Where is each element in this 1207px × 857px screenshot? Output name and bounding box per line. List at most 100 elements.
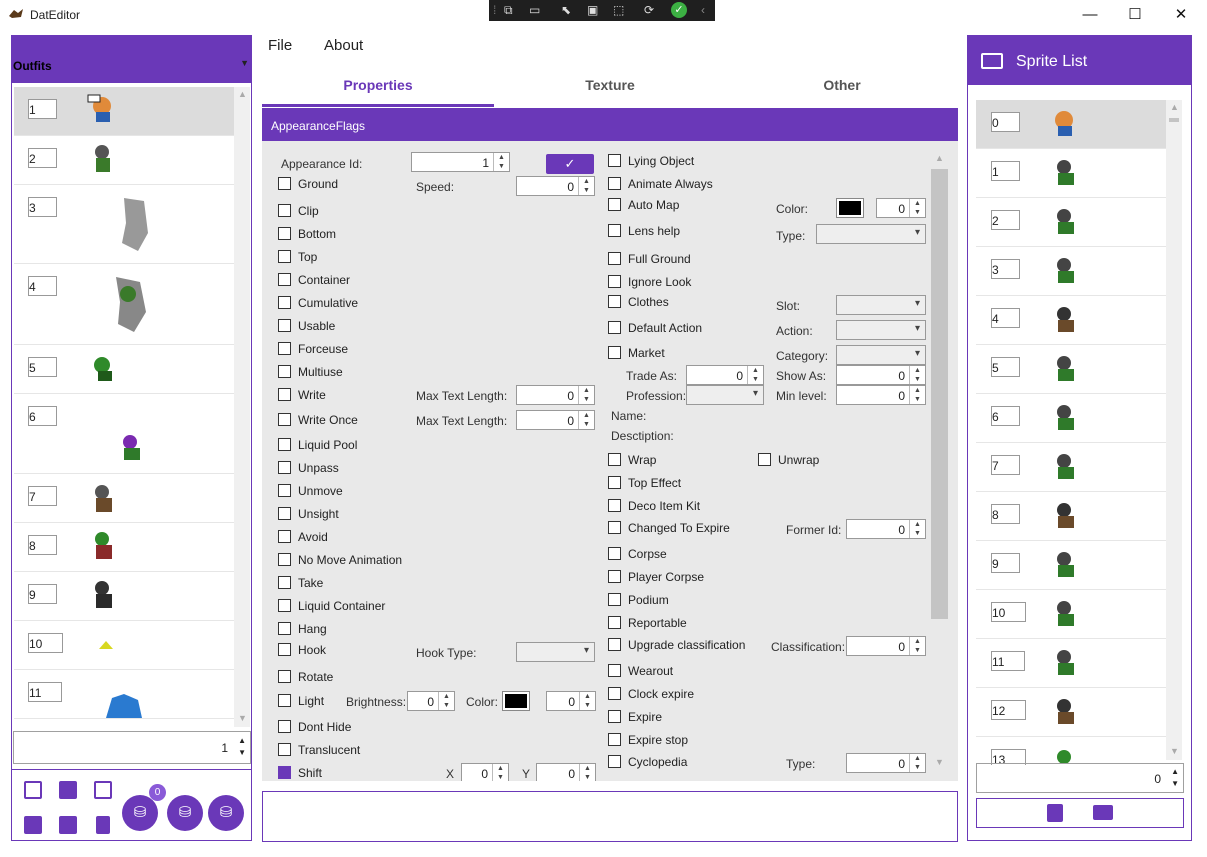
- cursor-icon[interactable]: ⬉: [561, 3, 571, 17]
- flag-translucent[interactable]: Translucent: [278, 743, 360, 757]
- output-box[interactable]: [262, 791, 958, 842]
- close-button[interactable]: ✕: [1158, 0, 1204, 30]
- list-item[interactable]: 3: [976, 247, 1166, 296]
- apply-button[interactable]: ✓: [546, 154, 594, 174]
- hook-type-select[interactable]: [516, 642, 595, 662]
- flag-podium[interactable]: Podium: [608, 593, 669, 607]
- spinner-icon[interactable]: ▲ ▼: [909, 754, 925, 772]
- scroll-up-icon[interactable]: ▲: [935, 153, 944, 163]
- list-item[interactable]: 11: [14, 670, 234, 719]
- pointer-icon[interactable]: ⬚: [613, 3, 624, 17]
- spinner-icon[interactable]: ▲ ▼: [438, 692, 454, 710]
- list-item[interactable]: 8: [14, 523, 234, 572]
- list-item[interactable]: 7: [14, 474, 234, 523]
- list-item[interactable]: 10: [976, 590, 1166, 639]
- light-color-swatch[interactable]: [502, 691, 530, 711]
- category-select[interactable]: [836, 345, 926, 365]
- flag-cyclopedia[interactable]: Cyclopedia: [608, 755, 687, 769]
- spinner-icon[interactable]: ▲ ▼: [578, 386, 594, 404]
- import-sprite-icon[interactable]: [1047, 804, 1063, 822]
- flag-write-once[interactable]: Write Once: [278, 413, 358, 427]
- outfit-id-field[interactable]: 1 ▲ ▼: [13, 731, 251, 764]
- spinner-icon[interactable]: ▲ ▼: [578, 411, 594, 429]
- spinner-icon[interactable]: ▲ ▼: [238, 735, 246, 759]
- flag-unwrap[interactable]: Unwrap: [758, 453, 819, 467]
- min-level-input[interactable]: 0 ▲ ▼: [836, 385, 926, 405]
- flag-lying-object[interactable]: Lying Object: [608, 154, 694, 168]
- list-item[interactable]: 1: [976, 149, 1166, 198]
- collapse-icon[interactable]: ‹: [701, 3, 705, 17]
- scroll-down-icon[interactable]: ▼: [1170, 746, 1179, 756]
- menu-file[interactable]: File: [268, 37, 292, 54]
- flag-shift[interactable]: Shift: [278, 766, 322, 780]
- new-file-icon[interactable]: [59, 816, 77, 834]
- appearance-id-input[interactable]: 1 ▲ ▼: [411, 152, 510, 172]
- former-id-input[interactable]: 0 ▲ ▼: [846, 519, 926, 539]
- menu-about[interactable]: About: [324, 37, 363, 54]
- profession-select[interactable]: [686, 385, 764, 405]
- add-database-button[interactable]: ⛁: [122, 795, 158, 831]
- flag-write[interactable]: Write: [278, 388, 326, 402]
- flag-clock-expire[interactable]: Clock expire: [608, 687, 694, 701]
- spinner-icon[interactable]: ▲ ▼: [909, 386, 925, 404]
- speed-input[interactable]: 0 ▲ ▼: [516, 176, 595, 196]
- flag-expire[interactable]: Expire: [608, 710, 662, 724]
- spinner-icon[interactable]: ▲ ▼: [909, 520, 925, 538]
- flag-no-move-animation[interactable]: No Move Animation: [278, 553, 402, 567]
- flag-changed-to-expire[interactable]: Changed To Expire: [608, 521, 730, 535]
- flag-upgrade-classification[interactable]: Upgrade classification: [608, 638, 745, 652]
- flag-top-effect[interactable]: Top Effect: [608, 476, 681, 490]
- paste-icon[interactable]: [94, 781, 112, 799]
- spinner-icon[interactable]: ▲ ▼: [492, 764, 508, 781]
- shift-y-input[interactable]: 0 ▲ ▼: [536, 763, 596, 781]
- flag-unmove[interactable]: Unmove: [278, 484, 343, 498]
- flag-avoid[interactable]: Avoid: [278, 530, 328, 544]
- scroll-thumb[interactable]: [1169, 118, 1179, 122]
- slot-select[interactable]: [836, 295, 926, 315]
- scroll-up-icon[interactable]: ▲: [238, 89, 247, 99]
- flag-wrap[interactable]: Wrap: [608, 453, 656, 467]
- list-item[interactable]: 6: [14, 394, 234, 474]
- flag-default-action[interactable]: Default Action: [608, 321, 702, 335]
- flag-player-corpse[interactable]: Player Corpse: [608, 570, 704, 584]
- flag-clip[interactable]: Clip: [278, 204, 319, 218]
- spinner-icon[interactable]: ▲ ▼: [909, 637, 925, 655]
- spinner-icon[interactable]: ▲ ▼: [909, 366, 925, 384]
- list-item[interactable]: 7: [976, 443, 1166, 492]
- import-database-button[interactable]: ⛁: [208, 795, 244, 831]
- properties-scroll-thumb[interactable]: [931, 169, 948, 619]
- camera-icon[interactable]: ▭: [529, 3, 540, 17]
- classification-input[interactable]: 0 ▲ ▼: [846, 636, 926, 656]
- flag-market[interactable]: Market: [608, 346, 665, 360]
- spinner-icon[interactable]: ▲ ▼: [493, 153, 509, 171]
- flag-auto-map[interactable]: Auto Map: [608, 198, 679, 212]
- box-icon[interactable]: ▣: [587, 3, 598, 17]
- spinner-icon[interactable]: ▲ ▼: [909, 199, 925, 217]
- flag-multiuse[interactable]: Multiuse: [278, 365, 343, 379]
- list-item[interactable]: 13: [976, 737, 1166, 765]
- tab-other[interactable]: Other: [726, 77, 958, 93]
- flag-hang[interactable]: Hang: [278, 622, 327, 636]
- max-text-length-once-input[interactable]: 0 ▲ ▼: [516, 410, 595, 430]
- flag-hook[interactable]: Hook: [278, 643, 326, 657]
- maximize-button[interactable]: ☐: [1112, 0, 1158, 30]
- flag-ground[interactable]: Ground: [278, 177, 338, 191]
- flag-cumulative[interactable]: Cumulative: [278, 296, 358, 310]
- flag-corpse[interactable]: Corpse: [608, 547, 667, 561]
- flag-animate-always[interactable]: Animate Always: [608, 177, 713, 191]
- trade-as-input[interactable]: 0 ▲ ▼: [686, 365, 764, 385]
- list-item[interactable]: 5: [976, 345, 1166, 394]
- list-item[interactable]: 10: [14, 621, 234, 670]
- flag-rotate[interactable]: Rotate: [278, 670, 333, 684]
- scroll-down-icon[interactable]: ▼: [935, 757, 944, 767]
- select-icon[interactable]: ⧉: [504, 3, 513, 18]
- flag-container[interactable]: Container: [278, 273, 350, 287]
- list-item[interactable]: 5: [14, 345, 234, 394]
- list-item[interactable]: 3: [14, 185, 234, 264]
- automap-color-input[interactable]: 0 ▲ ▼: [876, 198, 926, 218]
- flag-liquid-container[interactable]: Liquid Container: [278, 599, 385, 613]
- automap-color-swatch[interactable]: [836, 198, 864, 218]
- flag-deco-item-kit[interactable]: Deco Item Kit: [608, 499, 700, 513]
- sprite-list-scrollbar[interactable]: ▲ ▼: [1166, 100, 1182, 760]
- brightness-input[interactable]: 0 ▲ ▼: [407, 691, 455, 711]
